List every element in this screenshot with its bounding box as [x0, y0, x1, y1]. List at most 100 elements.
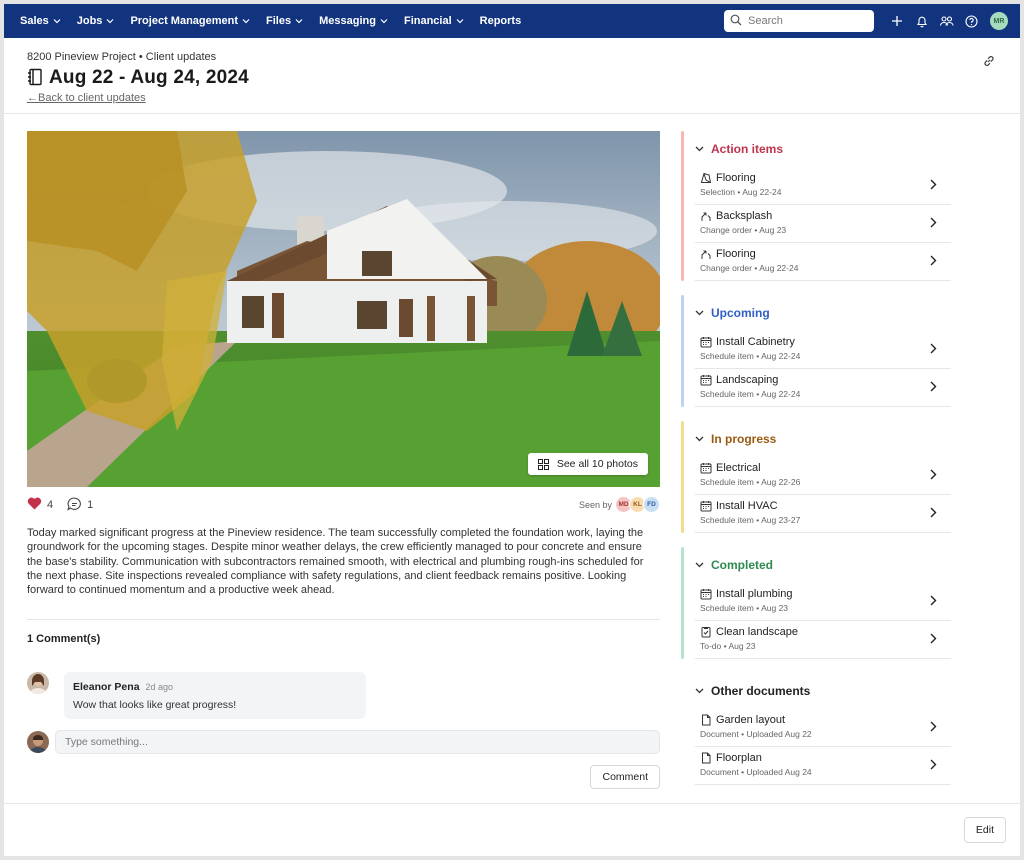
people-icon[interactable]: [934, 10, 959, 32]
search-box[interactable]: [724, 10, 874, 32]
todo-icon: [700, 626, 712, 638]
user-avatar[interactable]: MR: [990, 12, 1008, 30]
like-count: 4: [47, 499, 54, 511]
sidebar: Action items Flooring Selection • Aug 22-2…: [681, 131, 956, 799]
seen-avatar[interactable]: FD: [643, 496, 660, 513]
chevron-down-icon: [380, 15, 388, 27]
chevron-down-icon: [53, 15, 61, 27]
like-button[interactable]: 4: [27, 497, 53, 513]
selection-icon: [700, 172, 712, 184]
grid-icon: [537, 458, 549, 470]
sidebar-item[interactable]: Backsplash Change order • Aug 23: [695, 205, 951, 243]
item-label: Garden layout: [716, 714, 786, 726]
nav-files[interactable]: Files: [266, 15, 303, 27]
item-meta: Schedule item • Aug 22-24: [700, 389, 801, 399]
sidebar-item[interactable]: Electrical Schedule item • Aug 22-26: [695, 457, 951, 495]
bell-icon[interactable]: [909, 10, 934, 32]
chevron-down-icon: [695, 310, 704, 316]
search-input[interactable]: [748, 15, 858, 27]
nav-label: Messaging: [319, 15, 376, 27]
chevron-right-icon: [930, 178, 937, 193]
chevron-right-icon: [930, 216, 937, 231]
back-link[interactable]: ←Back to client updates: [27, 92, 146, 104]
section-header[interactable]: Completed: [695, 547, 956, 583]
section-header[interactable]: Action items: [695, 131, 956, 167]
item-meta: Schedule item • Aug 22-24: [700, 351, 801, 361]
calendar-icon: [700, 462, 712, 474]
see-all-label: See all 10 photos: [556, 458, 638, 470]
sidebar-item[interactable]: Clean landscape To-do • Aug 23: [695, 621, 951, 659]
add-icon[interactable]: [884, 10, 909, 32]
top-nav: Sales Jobs Project Management Files Mess…: [4, 4, 1020, 38]
see-all-photos-button[interactable]: See all 10 photos: [527, 453, 648, 475]
comment-input[interactable]: [55, 730, 660, 755]
comment-icon: [67, 497, 82, 514]
comment: Eleanor Pena 2d ago Wow that looks like g…: [27, 672, 660, 720]
item-meta: Change order • Aug 23: [700, 225, 787, 235]
item-label: Install Cabinetry: [716, 336, 795, 348]
document-icon: [700, 752, 712, 764]
chevron-down-icon: [456, 15, 464, 27]
seen-by-label: Seen by: [578, 499, 612, 510]
nav-label: Jobs: [76, 15, 103, 27]
comment-text: Wow that looks like great progress!: [73, 699, 237, 712]
calendar-icon: [700, 500, 712, 512]
notebook-icon: [27, 68, 43, 89]
sidebar-item[interactable]: Flooring Selection • Aug 22-24: [695, 167, 951, 205]
sidebar-item[interactable]: Flooring Change order • Aug 22-24: [695, 243, 951, 281]
section-title: Upcoming: [711, 306, 770, 320]
sidebar-item[interactable]: Install Cabinetry Schedule item • Aug 22-…: [695, 331, 951, 369]
nav-jobs[interactable]: Jobs: [77, 15, 115, 27]
comment-compose: [27, 730, 660, 755]
sidebar-item[interactable]: Garden layout Document • Uploaded Aug 22: [695, 709, 951, 747]
nav-label: Financial: [403, 15, 452, 27]
nav-label: Sales: [20, 15, 49, 27]
section-title: Action items: [711, 142, 784, 156]
chevron-right-icon: [930, 594, 937, 609]
nav-financial[interactable]: Financial: [404, 15, 464, 27]
nav-label: Project Management: [130, 15, 239, 27]
nav-label: Files: [266, 15, 292, 27]
section-other-documents: Other documents Garden layout Document • U…: [681, 673, 956, 785]
nav-project-management[interactable]: Project Management: [130, 15, 250, 27]
nav-label: Reports: [479, 15, 522, 27]
item-meta: Document • Uploaded Aug 22: [700, 729, 812, 739]
link-icon[interactable]: [982, 54, 996, 71]
help-icon[interactable]: [959, 10, 984, 32]
item-meta: Change order • Aug 22-24: [700, 263, 799, 273]
section-header[interactable]: In progress: [695, 421, 956, 457]
calendar-icon: [700, 588, 712, 600]
section-header[interactable]: Other documents: [695, 673, 956, 709]
section-action-items: Action items Flooring Selection • Aug 22-2…: [681, 131, 956, 281]
section-color-bar: [681, 131, 684, 281]
item-meta: To-do • Aug 23: [700, 641, 756, 651]
nav-messaging[interactable]: Messaging: [319, 15, 388, 27]
nav-actions: MR: [724, 10, 1008, 32]
section-title: Completed: [711, 558, 774, 572]
item-label: Install plumbing: [716, 588, 793, 600]
comment-count-button[interactable]: 1: [67, 497, 93, 514]
footer-divider: [4, 803, 1020, 804]
house-photo[interactable]: See all 10 photos: [27, 131, 660, 487]
comment-bubble: Eleanor Pena 2d ago Wow that looks like g…: [64, 672, 366, 720]
chevron-right-icon: [930, 720, 937, 735]
chevron-down-icon: [695, 688, 704, 694]
calendar-icon: [700, 336, 712, 348]
item-meta: Schedule item • Aug 22-26: [700, 477, 801, 487]
change-order-icon: [700, 210, 712, 222]
sidebar-item[interactable]: Floorplan Document • Uploaded Aug 24: [695, 747, 951, 785]
sidebar-item[interactable]: Install plumbing Schedule item • Aug 23: [695, 583, 951, 621]
avatar: [27, 672, 49, 695]
section-upcoming: Upcoming Install Cabinetry Schedule item •…: [681, 295, 956, 407]
sidebar-item[interactable]: Landscaping Schedule item • Aug 22-24: [695, 369, 951, 407]
item-label: Electrical: [716, 462, 761, 474]
sidebar-item[interactable]: Install HVAC Schedule item • Aug 23-27: [695, 495, 951, 533]
chevron-right-icon: [930, 506, 937, 521]
nav-sales[interactable]: Sales: [20, 15, 61, 27]
edit-button[interactable]: Edit: [963, 817, 1006, 843]
heart-icon: [27, 497, 42, 513]
section-header[interactable]: Upcoming: [695, 295, 956, 331]
comment-button[interactable]: Comment: [590, 765, 660, 789]
nav-reports[interactable]: Reports: [480, 15, 522, 27]
chevron-down-icon: [106, 15, 114, 27]
